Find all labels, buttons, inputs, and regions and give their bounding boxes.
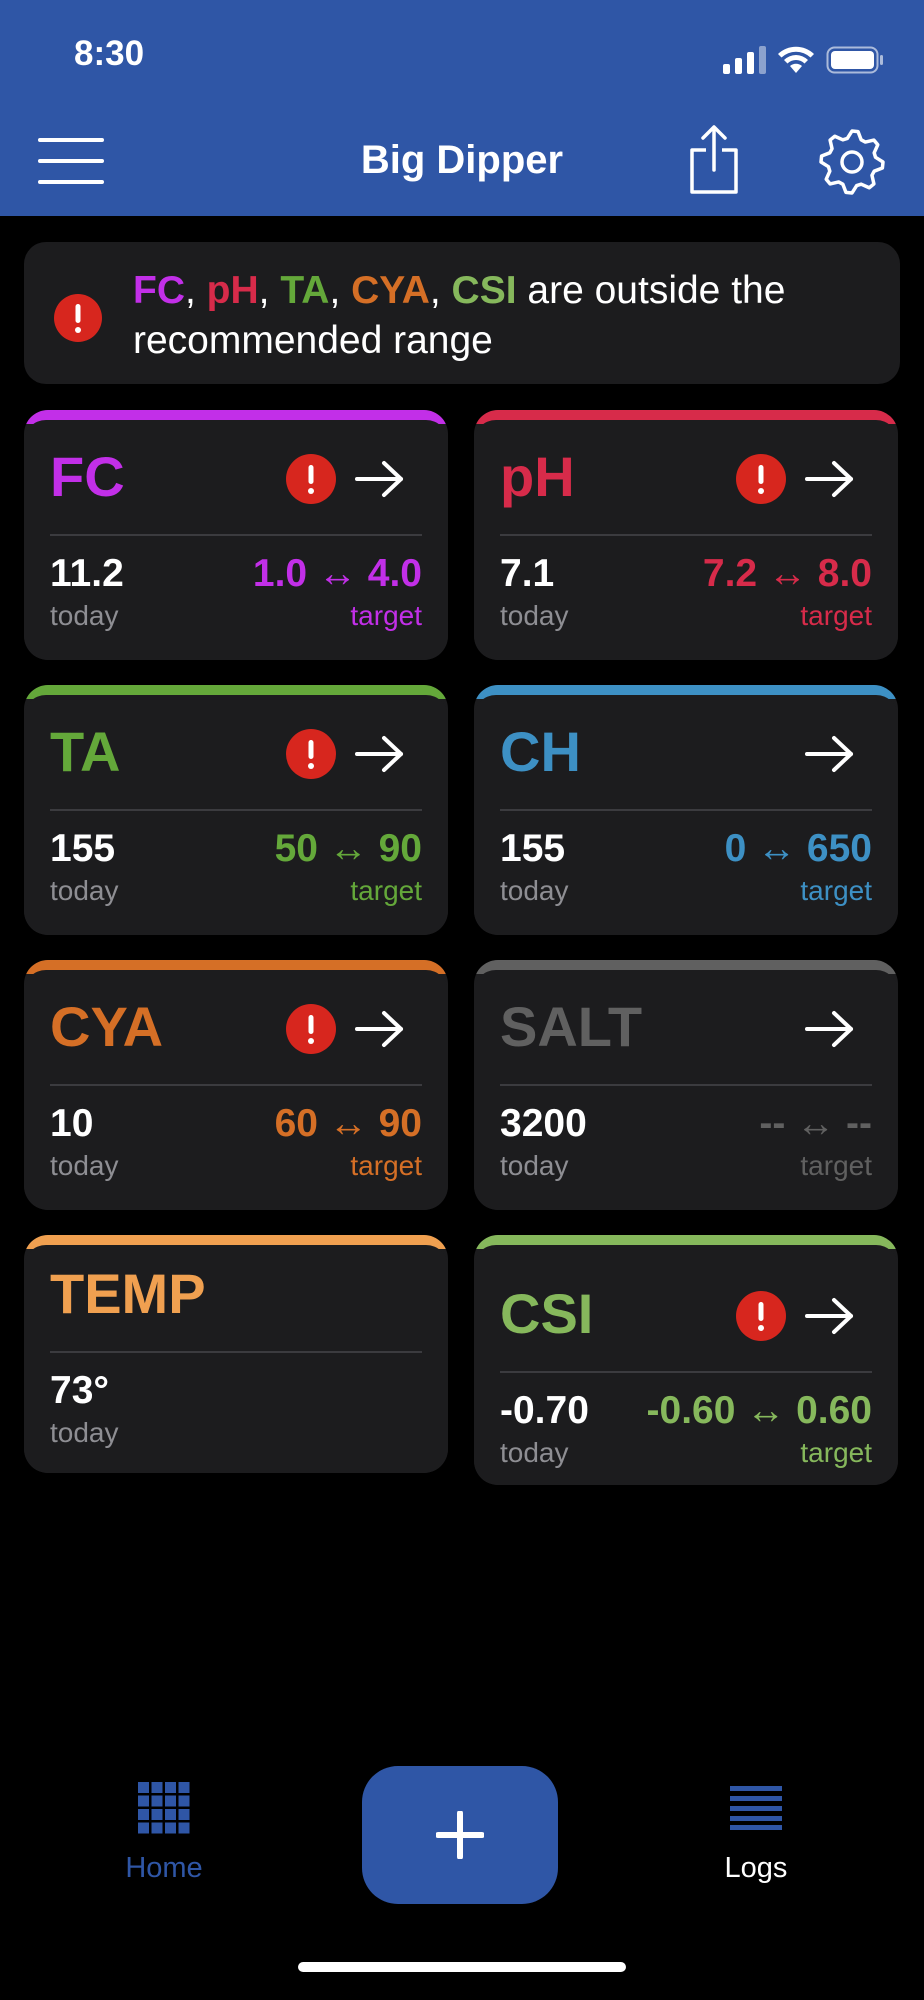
alert-separator: , (258, 269, 281, 312)
card-divider (500, 1084, 872, 1086)
gear-icon[interactable] (818, 128, 886, 196)
card-title: CSI (500, 1282, 594, 1345)
card-value-label: today (50, 1417, 119, 1448)
warning-icon (286, 454, 336, 504)
alert-flag-ta: TA (280, 269, 330, 312)
card-value-label: today (500, 875, 569, 906)
warning-icon (736, 1291, 786, 1341)
card-fc[interactable]: FC 11.2 today 1.0 ↔ 4.0 target (24, 410, 448, 660)
warning-icon (736, 454, 786, 504)
card-divider (500, 1371, 872, 1373)
alert-message: FC, pH, TA, CYA, CSI are outside the rec… (133, 266, 873, 366)
plus-icon (436, 1811, 484, 1859)
card-value: 10 (50, 1102, 94, 1145)
cellular-signal-icon (723, 44, 766, 74)
arrow-right-icon[interactable] (354, 1006, 406, 1052)
card-title: CYA (50, 995, 164, 1058)
card-title: pH (500, 445, 575, 508)
alert-flag-csi: CSI (451, 269, 517, 312)
card-target-label: target (350, 875, 422, 906)
card-value-label: today (500, 600, 569, 631)
card-value: 155 (500, 827, 566, 870)
alert-flag-ph: pH (206, 269, 259, 312)
card-value: -0.70 (500, 1389, 589, 1432)
grid-icon (138, 1782, 190, 1834)
card-value-label: today (50, 600, 119, 631)
card-divider (50, 809, 422, 811)
tab-logs-label: Logs (724, 1852, 788, 1884)
alert-flag-fc: FC (133, 269, 185, 312)
card-ch[interactable]: CH 155 today 0 ↔ 650 target (474, 685, 898, 935)
card-divider (500, 534, 872, 536)
card-target-label: target (800, 600, 872, 631)
card-salt[interactable]: SALT 3200 today -- ↔ -- target (474, 960, 898, 1210)
card-title: TEMP (50, 1262, 206, 1325)
list-icon (730, 1786, 782, 1830)
card-target-range: 50 ↔ 90 (274, 827, 422, 870)
card-csi[interactable]: CSI -0.70 today -0.60 ↔ 0.60 target (474, 1235, 898, 1485)
card-target-range: -0.60 ↔ 0.60 (646, 1389, 872, 1432)
card-value: 7.1 (500, 552, 555, 595)
arrow-right-icon[interactable] (354, 456, 406, 502)
card-cya[interactable]: CYA 10 today 60 ↔ 90 target (24, 960, 448, 1210)
card-title: SALT (500, 995, 643, 1058)
alert-flagged-params: FC, pH, TA, CYA, CSI (133, 269, 517, 312)
tab-home[interactable]: Home (94, 1782, 234, 1892)
battery-icon (826, 46, 883, 74)
card-value-label: today (500, 1150, 569, 1181)
tab-logs[interactable]: Logs (686, 1782, 826, 1892)
warning-icon (286, 729, 336, 779)
card-divider (500, 809, 872, 811)
card-title: TA (50, 720, 121, 783)
app-header: 8:30 Big Dipper (0, 0, 924, 216)
card-value-label: today (50, 875, 119, 906)
alert-separator: , (429, 269, 452, 312)
alert-icon (54, 294, 102, 342)
card-divider (50, 534, 422, 536)
card-divider (50, 1351, 422, 1353)
home-indicator (298, 1962, 626, 1972)
arrow-right-icon[interactable] (804, 1293, 856, 1339)
card-target-range: 0 ↔ 650 (724, 827, 872, 870)
card-value: 73° (50, 1369, 109, 1412)
card-target-range: 7.2 ↔ 8.0 (702, 552, 872, 595)
arrow-right-icon[interactable] (804, 731, 856, 777)
card-ph[interactable]: pH 7.1 today 7.2 ↔ 8.0 target (474, 410, 898, 660)
card-temp[interactable]: TEMP 73° today (24, 1235, 448, 1473)
page-title: Big Dipper (360, 138, 564, 182)
add-button[interactable] (362, 1766, 558, 1904)
card-value: 155 (50, 827, 116, 870)
arrow-right-icon[interactable] (354, 731, 406, 777)
warning-icon (286, 1004, 336, 1054)
card-target-label: target (800, 875, 872, 906)
card-value: 11.2 (50, 552, 124, 595)
wifi-icon (778, 46, 814, 73)
alert-separator: , (329, 269, 352, 312)
status-time: 8:30 (74, 34, 145, 73)
card-target-range: -- ↔ -- (759, 1102, 872, 1145)
card-value: 3200 (500, 1102, 587, 1145)
tab-home-label: Home (125, 1852, 203, 1884)
card-target-range: 1.0 ↔ 4.0 (252, 552, 422, 595)
arrow-right-icon[interactable] (804, 456, 856, 502)
card-target-range: 60 ↔ 90 (274, 1102, 422, 1145)
arrow-right-icon[interactable] (804, 1006, 856, 1052)
card-target-label: target (800, 1437, 872, 1468)
alert-flag-cya: CYA (351, 269, 430, 312)
card-ta[interactable]: TA 155 today 50 ↔ 90 target (24, 685, 448, 935)
card-target-label: target (350, 1150, 422, 1181)
card-title: FC (50, 445, 125, 508)
share-icon[interactable] (688, 124, 740, 196)
status-icons (723, 40, 884, 74)
card-divider (50, 1084, 422, 1086)
card-value-label: today (50, 1150, 119, 1181)
card-title: CH (500, 720, 581, 783)
card-value-label: today (500, 1437, 569, 1468)
card-target-label: target (350, 600, 422, 631)
card-target-label: target (800, 1150, 872, 1181)
alert-separator: , (185, 269, 207, 312)
